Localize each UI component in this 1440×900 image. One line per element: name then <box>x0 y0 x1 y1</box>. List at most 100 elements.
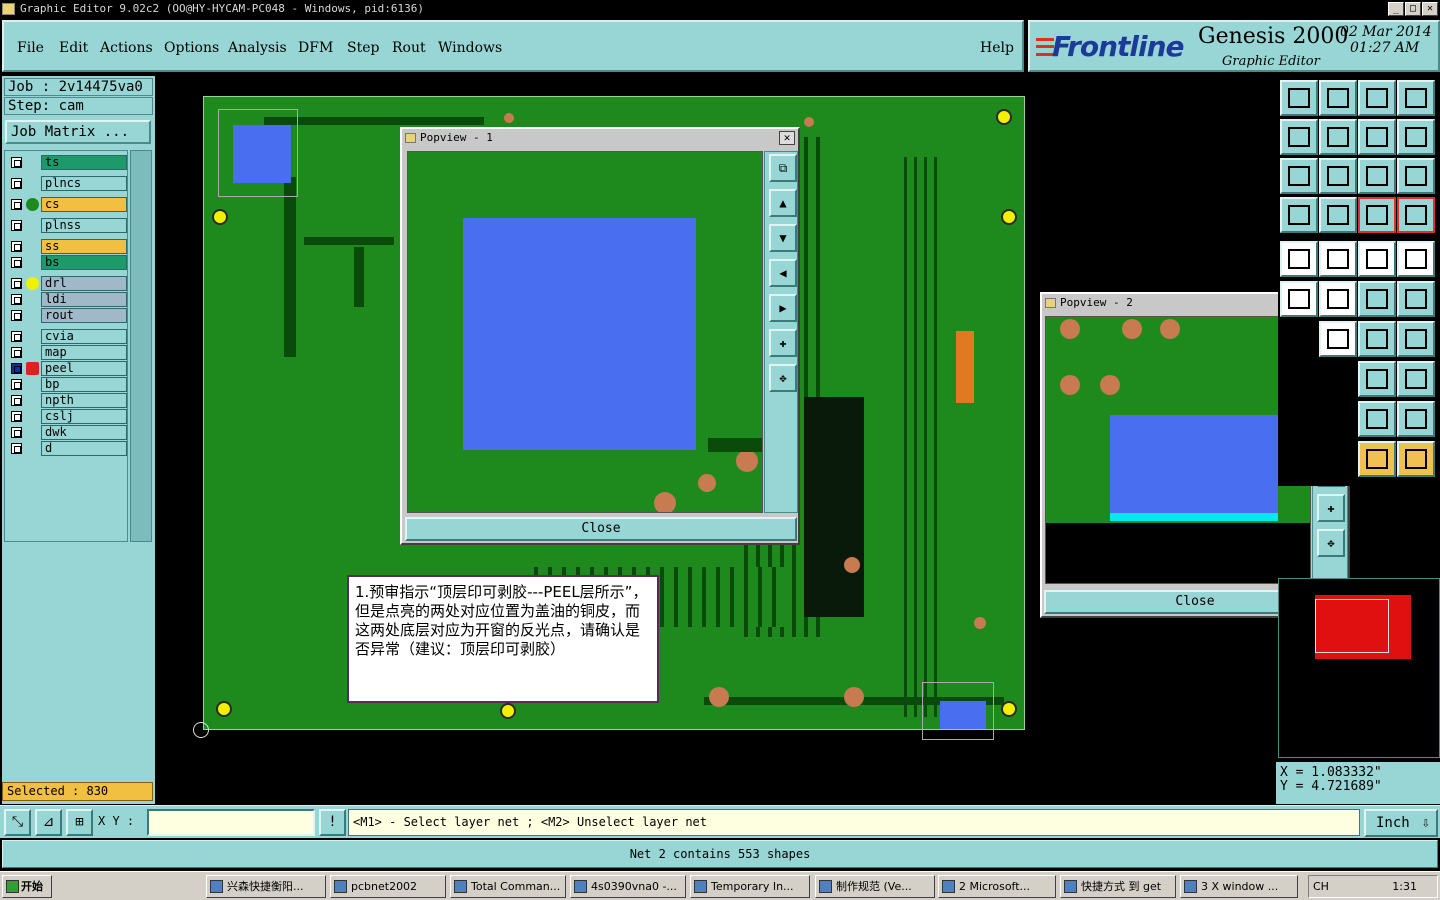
layer-row[interactable]: dwk <box>9 425 127 440</box>
rotate-icon[interactable] <box>1397 119 1435 155</box>
grid-icon[interactable]: ⊞ <box>66 809 93 836</box>
warning-button[interactable]: ! <box>319 809 346 836</box>
layer-row[interactable]: bp <box>9 377 127 392</box>
layer-name[interactable]: plncs <box>41 176 127 191</box>
layer-checkbox[interactable] <box>11 199 22 210</box>
start-button[interactable]: 开始 <box>2 875 52 898</box>
attribute-icon[interactable] <box>1397 321 1435 357</box>
layer-name[interactable]: cvia <box>41 329 127 344</box>
pan-down-icon[interactable]: ▼ <box>769 224 797 252</box>
pan-right-icon[interactable]: ▶ <box>769 294 797 322</box>
layer-name[interactable]: rout <box>41 308 127 323</box>
layer-row[interactable]: cs <box>9 197 127 212</box>
layer-checkbox[interactable] <box>11 379 22 390</box>
minimize-button[interactable]: _ <box>1388 2 1404 16</box>
layer-name[interactable]: d <box>41 441 127 456</box>
zoom-out-icon[interactable]: ✥ <box>769 364 797 392</box>
mirror-icon[interactable] <box>1358 119 1396 155</box>
zoom-in-icon[interactable]: ✚ <box>769 329 797 357</box>
layer-row[interactable]: rout <box>9 308 127 323</box>
lang-indicator[interactable]: CH <box>1313 876 1329 897</box>
taskbar-item[interactable]: Temporary In... <box>690 875 810 898</box>
layer-row[interactable]: bs <box>9 255 127 270</box>
center-icon[interactable] <box>1358 361 1396 397</box>
pan-left-icon[interactable]: ◀ <box>769 259 797 287</box>
layer-checkbox[interactable] <box>11 278 22 289</box>
export-icon[interactable] <box>1319 119 1357 155</box>
layer-checkbox[interactable] <box>11 331 22 342</box>
layer-name[interactable]: ldi <box>41 292 127 307</box>
layer-row[interactable]: peel <box>9 361 127 376</box>
line-icon[interactable] <box>1358 281 1396 317</box>
measure-icon[interactable]: ⊿ <box>35 809 62 836</box>
layer-name[interactable]: bp <box>41 377 127 392</box>
layer-name[interactable]: ts <box>41 155 127 170</box>
job-matrix-button[interactable]: Job Matrix ... <box>5 120 151 144</box>
popview-2-view[interactable] <box>1045 316 1311 584</box>
line-red-icon[interactable] <box>1397 281 1435 317</box>
layer-checkbox[interactable] <box>11 395 22 406</box>
layer-checkbox[interactable] <box>11 294 22 305</box>
taskbar-item[interactable]: 兴森快捷衡阳... <box>206 875 326 898</box>
layer-checkbox[interactable] <box>11 427 22 438</box>
layer-checkbox[interactable] <box>11 157 22 168</box>
layer-name[interactable]: ss <box>41 239 127 254</box>
overview-viewport[interactable] <box>1315 599 1389 653</box>
popview-1-close-button[interactable]: Close <box>405 517 797 541</box>
layer-row[interactable]: map <box>9 345 127 360</box>
menu-edit[interactable]: Edit <box>59 40 88 56</box>
net-select-icon[interactable] <box>1358 197 1396 233</box>
overview-map[interactable] <box>1278 578 1440 758</box>
flip-icon[interactable] <box>1358 321 1396 357</box>
layer-row[interactable]: npth <box>9 393 127 408</box>
menu-rout[interactable]: Rout <box>392 40 426 56</box>
layer-name[interactable]: cs <box>41 197 127 212</box>
layer-row[interactable]: ldi <box>9 292 127 307</box>
undo-icon[interactable] <box>1319 321 1357 357</box>
taskbar-item[interactable]: Total Comman... <box>450 875 566 898</box>
layer-checkbox[interactable] <box>11 178 22 189</box>
layer-row[interactable]: plncs <box>9 176 127 191</box>
layer-row[interactable]: ss <box>9 239 127 254</box>
edit-icon[interactable] <box>1319 241 1357 277</box>
circle-icon[interactable] <box>1397 241 1435 277</box>
layer-checkbox[interactable] <box>11 310 22 321</box>
layer-name[interactable]: cslj <box>41 409 127 424</box>
layer-row[interactable]: cslj <box>9 409 127 424</box>
layer-row[interactable]: plnss <box>9 218 127 233</box>
save-icon[interactable] <box>1319 80 1357 116</box>
snap-icon[interactable]: ⤡ <box>4 809 31 836</box>
net-unselect-icon[interactable] <box>1397 197 1435 233</box>
menu-analysis[interactable]: Analysis <box>228 40 287 56</box>
pan-up-icon[interactable]: ▲ <box>769 189 797 217</box>
layer-row[interactable]: ts <box>9 155 127 170</box>
menu-dfm[interactable]: DFM <box>298 40 333 56</box>
popview-1-view[interactable] <box>407 151 763 513</box>
taskbar-item[interactable]: pcbnet2002 <box>330 875 446 898</box>
layer-row[interactable]: drl <box>9 276 127 291</box>
layer-checkbox[interactable] <box>11 411 22 422</box>
close-window-button[interactable]: ✕ <box>1422 2 1438 16</box>
unit-selector[interactable]: Inch ⇩ <box>1364 809 1438 837</box>
layer-checkbox[interactable] <box>11 347 22 358</box>
zoom-out-icon[interactable]: ✥ <box>1317 529 1345 557</box>
layer-checkbox[interactable] <box>11 363 22 374</box>
layer-row[interactable]: cvia <box>9 329 127 344</box>
layer-name[interactable]: peel <box>41 361 127 376</box>
layer-name[interactable]: plnss <box>41 218 127 233</box>
zoom-in-icon[interactable]: ✚ <box>1317 494 1345 522</box>
popview-1-close-x[interactable]: ✕ <box>779 131 795 145</box>
arc-icon[interactable] <box>1358 401 1396 437</box>
select-cursor-icon[interactable] <box>1358 441 1396 477</box>
taskbar-item[interactable]: 4s0390vna0 -... <box>570 875 686 898</box>
clock[interactable]: 1:31 <box>1392 876 1417 897</box>
layer-scrollbar[interactable] <box>130 150 152 542</box>
layer-row[interactable]: d <box>9 441 127 456</box>
layer-checkbox[interactable] <box>11 220 22 231</box>
menu-actions[interactable]: Actions <box>100 40 153 56</box>
add-pad-icon[interactable] <box>1280 241 1318 277</box>
ruler-icon[interactable] <box>1358 241 1396 277</box>
layer-name[interactable]: map <box>41 345 127 360</box>
zoom-all-icon[interactable] <box>1319 158 1357 194</box>
zoom-fit-icon[interactable]: ⧉ <box>769 154 797 182</box>
